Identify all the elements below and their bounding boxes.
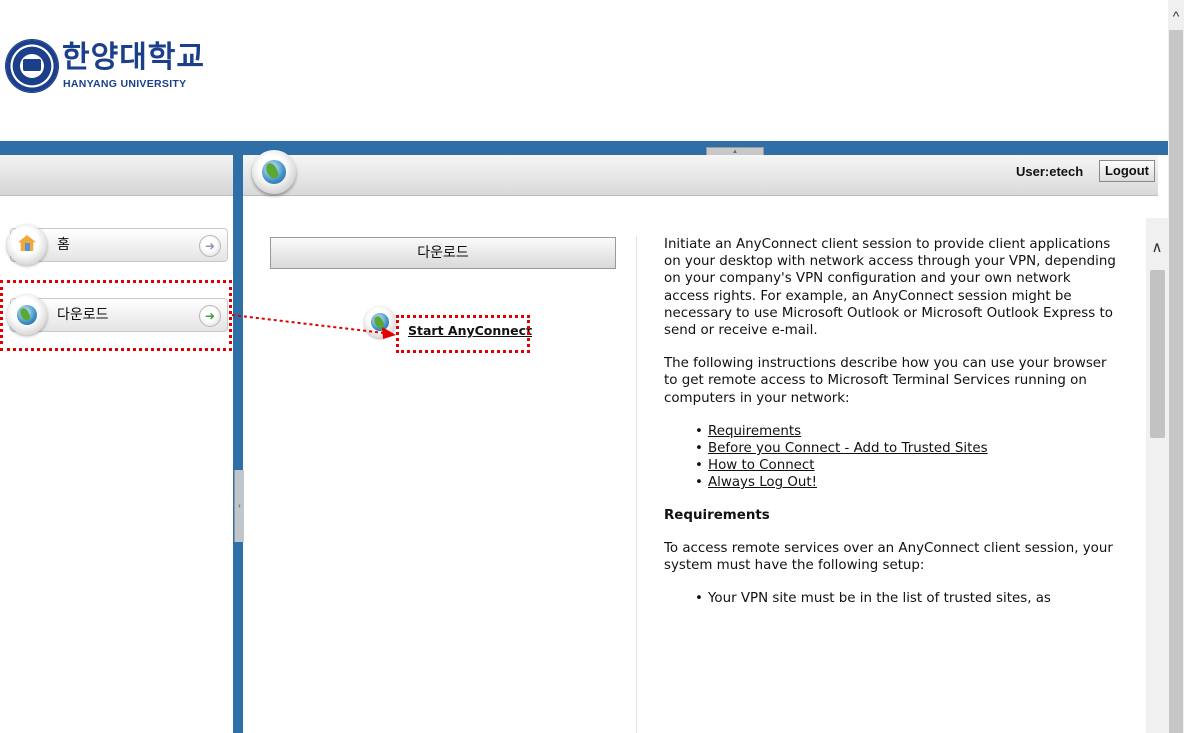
logout-button[interactable]: Logout: [1099, 160, 1155, 182]
link-trusted-sites[interactable]: Before you Connect - Add to Trusted Site…: [708, 441, 988, 456]
logo-korean-text: 한양대학교: [62, 40, 205, 75]
sidebar-topbar: [0, 155, 233, 196]
panel-divider: [233, 155, 243, 733]
scroll-up-icon[interactable]: ^: [1168, 6, 1184, 26]
section-title: 다운로드: [270, 237, 616, 269]
anyconnect-icon[interactable]: [364, 306, 396, 338]
intro-paragraph: Initiate an AnyConnect client session to…: [664, 237, 1116, 339]
requirements-heading: Requirements: [664, 507, 770, 523]
link-how-to-connect[interactable]: How to Connect: [708, 458, 815, 473]
globe-icon: [252, 150, 296, 194]
logo-english-text: HANYANG UNIVERSITY: [63, 78, 187, 90]
sidebar-item-label: 홈: [57, 237, 70, 253]
list-item: How to Connect: [695, 457, 1116, 474]
help-links-list: Requirements Before you Connect - Add to…: [664, 423, 1116, 492]
highlight-box-start-link: [396, 315, 530, 353]
scroll-up-icon[interactable]: ∧: [1146, 238, 1168, 258]
list-item: Requirements: [695, 423, 1116, 440]
requirements-list: Your VPN site must be in the list of tru…: [664, 590, 1116, 607]
sidebar-item-home[interactable]: 홈 ➜: [7, 225, 228, 265]
page-scroll-thumb[interactable]: [1169, 30, 1183, 733]
help-content: Initiate an AnyConnect client session to…: [664, 236, 1116, 622]
header-band: [0, 141, 1168, 155]
list-item: Your VPN site must be in the list of tru…: [695, 590, 1116, 607]
requirements-paragraph: To access remote services over an AnyCon…: [664, 540, 1113, 574]
list-item: Before you Connect - Add to Trusted Site…: [695, 440, 1116, 457]
column-separator: [636, 236, 637, 733]
content-scroll-thumb[interactable]: [1150, 270, 1165, 438]
link-log-out[interactable]: Always Log Out!: [708, 475, 817, 490]
sidebar-collapse-handle[interactable]: ‹: [234, 470, 244, 542]
instructions-paragraph: The following instructions describe how …: [664, 356, 1107, 406]
user-label: User:etech: [1016, 164, 1084, 179]
highlight-box-download-nav: [0, 280, 232, 351]
home-icon: [7, 225, 47, 265]
arrow-right-icon: ➜: [199, 235, 221, 257]
university-emblem-icon: [6, 40, 58, 92]
list-item: Always Log Out!: [695, 474, 1116, 491]
link-requirements[interactable]: Requirements: [708, 424, 801, 439]
